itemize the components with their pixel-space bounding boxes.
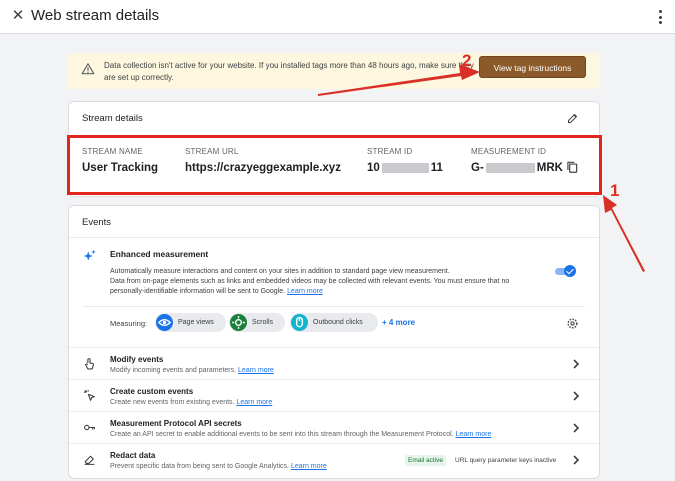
edit-icon[interactable] — [567, 112, 579, 124]
eye-icon — [156, 314, 173, 331]
learn-more-link[interactable]: Learn more — [456, 431, 492, 438]
row-measurement-protocol[interactable]: Measurement Protocol API secrets Create … — [69, 411, 599, 443]
chevron-right-icon — [573, 391, 580, 401]
row-modify-events[interactable]: Modify events Modify incoming events and… — [69, 347, 599, 379]
divider — [69, 237, 599, 238]
stream-details-title: Stream details — [82, 113, 143, 124]
mouse-icon — [291, 314, 308, 331]
measuring-label: Measuring: — [110, 319, 148, 328]
key-icon — [84, 424, 95, 431]
sparkle-icon — [83, 249, 96, 261]
email-active-badge: Email active — [405, 455, 447, 466]
annotation-number-1: 1 — [610, 181, 620, 200]
arrow-to-stream-box — [603, 195, 645, 272]
chevron-right-icon — [573, 455, 580, 465]
close-icon[interactable]: ✕ — [10, 8, 26, 24]
stream-highlight-box — [67, 135, 602, 195]
more-vert-icon[interactable] — [655, 8, 665, 26]
learn-more-link[interactable]: Learn more — [287, 288, 323, 295]
events-card: Events Enhanced measurement Automaticall… — [68, 205, 600, 479]
enhanced-measurement-toggle[interactable] — [555, 265, 576, 277]
enhanced-measurement-title: Enhanced measurement — [110, 249, 209, 259]
url-query-status: URL query parameter keys inactive — [455, 457, 557, 464]
divider — [83, 306, 585, 307]
chip-scrolls: Scrolls — [229, 313, 285, 332]
top-bar: ✕ Web stream details — [0, 0, 675, 34]
alert-message: Data collection isn't active for your we… — [104, 61, 474, 82]
touch-icon — [85, 358, 95, 370]
chevron-right-icon — [573, 359, 580, 369]
row-redact-data[interactable]: Redact data Prevent specific data from b… — [69, 443, 599, 479]
enhanced-measurement-desc: Automatically measure interactions and c… — [110, 268, 510, 295]
events-title: Events — [82, 217, 112, 228]
sparkle-click-icon — [84, 389, 95, 401]
learn-more-link[interactable]: Learn more — [291, 463, 327, 470]
row-create-custom-events[interactable]: Create custom events Create new events f… — [69, 379, 599, 411]
chip-page-views: Page views — [155, 313, 226, 332]
gear-icon[interactable] — [566, 317, 579, 330]
learn-more-link[interactable]: Learn more — [236, 399, 272, 406]
annotation-number-2: 2 — [462, 51, 472, 70]
chip-outbound-clicks: Outbound clicks — [290, 313, 378, 332]
more-measurements-link[interactable]: + 4 more — [382, 318, 415, 327]
learn-more-link[interactable]: Learn more — [238, 367, 274, 374]
view-tag-instructions-button[interactable]: View tag instructions — [479, 56, 586, 78]
chevron-right-icon — [573, 423, 580, 433]
warning-icon — [81, 63, 95, 75]
eraser-icon — [84, 455, 95, 465]
scroll-icon — [230, 314, 247, 331]
page-title: Web stream details — [31, 7, 160, 24]
